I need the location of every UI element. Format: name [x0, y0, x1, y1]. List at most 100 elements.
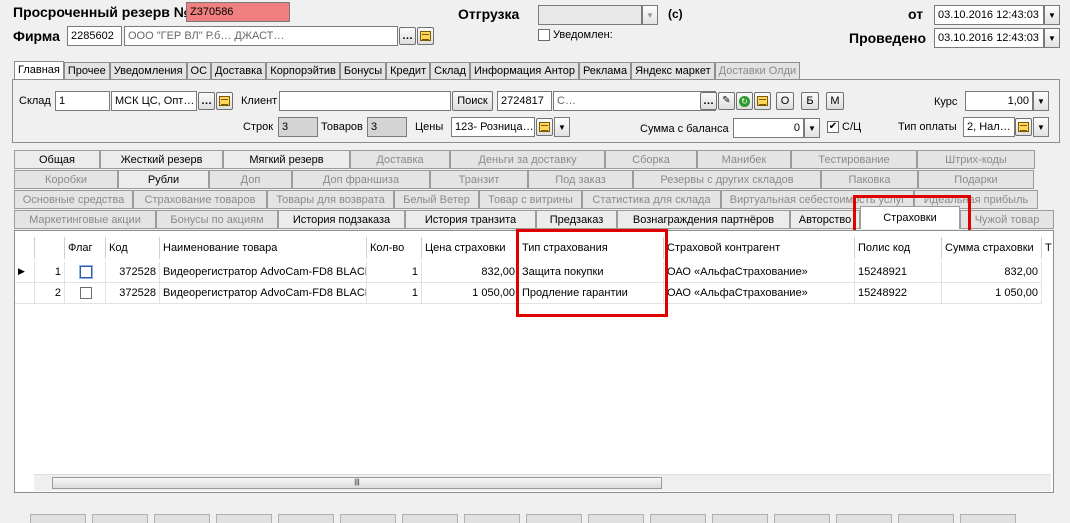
doc-number-field[interactable]: Z370586 — [186, 2, 290, 22]
tab-extra-franchise[interactable]: Доп франшиза — [292, 170, 430, 189]
prices-field[interactable]: 123- Розница… — [451, 117, 535, 137]
tab-yandex-market[interactable]: Яндекс маркет — [631, 62, 715, 79]
shipment-dropdown-icon[interactable]: ▼ — [642, 5, 658, 25]
tab-delivery-money[interactable]: Деньги за доставку — [450, 150, 605, 169]
posted-date-field[interactable]: 03.10.2016 12:43:03 — [934, 28, 1044, 48]
warehouse-calendar-button[interactable] — [216, 92, 233, 110]
posted-date-dropdown-icon[interactable]: ▼ — [1044, 28, 1060, 48]
tab-barcodes[interactable]: Штрих-коды — [917, 150, 1035, 169]
from-date-field[interactable]: 03.10.2016 12:43:03 — [934, 5, 1044, 25]
bottom-tab[interactable] — [712, 514, 768, 523]
bottom-tab[interactable] — [278, 514, 334, 523]
client-field[interactable] — [279, 91, 451, 111]
tab-return-goods[interactable]: Товары для возврата — [267, 190, 394, 209]
tab-notifications[interactable]: Уведомления — [109, 62, 187, 79]
tab-warehouse[interactable]: Склад — [430, 62, 470, 79]
tab-white-wind[interactable]: Белый Ветер — [394, 190, 479, 209]
firm-select-button[interactable] — [399, 27, 416, 45]
o-button[interactable]: О — [776, 92, 794, 110]
bottom-tab[interactable] — [340, 514, 396, 523]
paytype-dropdown-icon[interactable]: ▼ — [1033, 117, 1049, 137]
tab-general[interactable]: Общая — [14, 150, 100, 169]
bottom-tab[interactable] — [464, 514, 520, 523]
tab-antor-info[interactable]: Информация Антор — [469, 62, 579, 79]
balance-field[interactable]: 0 — [733, 118, 804, 138]
tab-moneyback[interactable]: Манибек — [697, 150, 791, 169]
bottom-tab[interactable] — [216, 514, 272, 523]
tab-goods-insurance[interactable]: Страхование товаров — [133, 190, 267, 209]
tab-delivery[interactable]: Доставка — [211, 62, 267, 79]
paytype-field[interactable]: 2, Нал… — [963, 117, 1015, 137]
tab-transit[interactable]: Транзит — [430, 170, 528, 189]
tab-authorship[interactable]: Авторство — [790, 210, 860, 229]
tab-on-order[interactable]: Под заказ — [528, 170, 633, 189]
prices-dropdown-icon[interactable]: ▼ — [554, 117, 570, 137]
tab-warehouse-stats[interactable]: Статистика для склада — [582, 190, 721, 209]
col-contractor-header[interactable]: Страховой контрагент — [664, 237, 855, 259]
client-refresh-button[interactable]: ↻ — [736, 92, 753, 110]
b-button[interactable]: Б — [801, 92, 819, 110]
col-sum-header[interactable]: Сумма страховки — [942, 237, 1042, 259]
scrollbar-thumb[interactable]: ||| — [52, 477, 662, 489]
tab-other-warehouse-reserves[interactable]: Резервы с других складов — [633, 170, 821, 189]
search-button[interactable]: Поиск — [452, 91, 493, 111]
bottom-tab[interactable] — [30, 514, 86, 523]
col-flag-header[interactable]: Флаг — [65, 237, 106, 259]
col-price-header[interactable]: Цена страховки — [422, 237, 519, 259]
shipment-combo[interactable] — [538, 5, 642, 25]
tab-marketing-actions[interactable]: Маркетинговые акции — [14, 210, 156, 229]
rate-dropdown-icon[interactable]: ▼ — [1033, 91, 1049, 111]
tab-soft-reserve[interactable]: Мягкий резерв — [223, 150, 350, 169]
tab-assembly[interactable]: Сборка — [605, 150, 697, 169]
tab-delivery-sub[interactable]: Доставка — [350, 150, 450, 169]
tab-prochee[interactable]: Прочее — [63, 62, 110, 79]
from-date-dropdown-icon[interactable]: ▼ — [1044, 5, 1060, 25]
sc-checkbox[interactable]: ✔ — [827, 121, 839, 133]
bottom-tab[interactable] — [898, 514, 954, 523]
notified-checkbox[interactable] — [538, 29, 550, 41]
col-t-header[interactable]: Т — [1042, 237, 1053, 259]
tab-foreign-goods[interactable]: Чужой товар — [960, 210, 1054, 229]
balance-dropdown-icon[interactable]: ▼ — [804, 118, 820, 138]
bottom-tab[interactable] — [960, 514, 1016, 523]
client-name-field[interactable]: С… — [553, 91, 716, 111]
tab-showcase-goods[interactable]: Товар с витрины — [479, 190, 582, 209]
tab-advertising[interactable]: Реклама — [578, 62, 632, 79]
client-calendar-button[interactable] — [754, 92, 771, 110]
bottom-tab[interactable] — [402, 514, 458, 523]
paytype-calendar-button[interactable] — [1015, 118, 1032, 136]
bottom-tab[interactable] — [650, 514, 706, 523]
bottom-tab[interactable] — [774, 514, 830, 523]
tab-fixed-assets[interactable]: Основные средства — [14, 190, 133, 209]
bottom-tab[interactable] — [588, 514, 644, 523]
col-qty-header[interactable]: Кол-во — [367, 237, 422, 259]
m-button[interactable]: М — [826, 92, 844, 110]
tab-suborder-history[interactable]: История подзаказа — [278, 210, 405, 229]
tab-packing[interactable]: Паковка — [821, 170, 918, 189]
tab-action-bonuses[interactable]: Бонусы по акциям — [156, 210, 278, 229]
warehouse-name-field[interactable]: МСК ЦС, Опт… — [111, 91, 197, 111]
tab-corporate[interactable]: Корпорэйтив — [266, 62, 340, 79]
tab-bonuses[interactable]: Бонусы — [339, 62, 387, 79]
client-edit-button[interactable]: ✎ — [718, 92, 735, 110]
col-code-header[interactable]: Код — [106, 237, 160, 259]
firm-calendar-button[interactable] — [417, 27, 434, 45]
tab-testing[interactable]: Тестирование — [791, 150, 917, 169]
tab-transit-history[interactable]: История транзита — [405, 210, 536, 229]
tab-os[interactable]: ОС — [186, 62, 212, 79]
prices-calendar-button[interactable] — [536, 118, 553, 136]
tab-preorder[interactable]: Предзаказ — [536, 210, 617, 229]
tab-hard-reserve[interactable]: Жесткий резерв — [100, 150, 223, 169]
tab-gifts[interactable]: Подарки — [918, 170, 1034, 189]
row-flag-checkbox[interactable] — [80, 266, 92, 278]
bottom-tab[interactable] — [92, 514, 148, 523]
bottom-tab[interactable] — [836, 514, 892, 523]
tab-partner-rewards[interactable]: Вознаграждения партнёров — [617, 210, 790, 229]
bottom-tab[interactable] — [526, 514, 582, 523]
col-policy-header[interactable]: Полис код — [855, 237, 942, 259]
client-code-field[interactable]: 2724817 — [497, 91, 552, 111]
warehouse-select-button[interactable] — [198, 92, 215, 110]
tab-rubles[interactable]: Рубли — [118, 170, 209, 189]
warehouse-code-field[interactable]: 1 — [55, 91, 110, 111]
firm-name-field[interactable]: ООО "ГЕР ВЛ" Р.б… ДЖАСТ… — [124, 26, 398, 46]
